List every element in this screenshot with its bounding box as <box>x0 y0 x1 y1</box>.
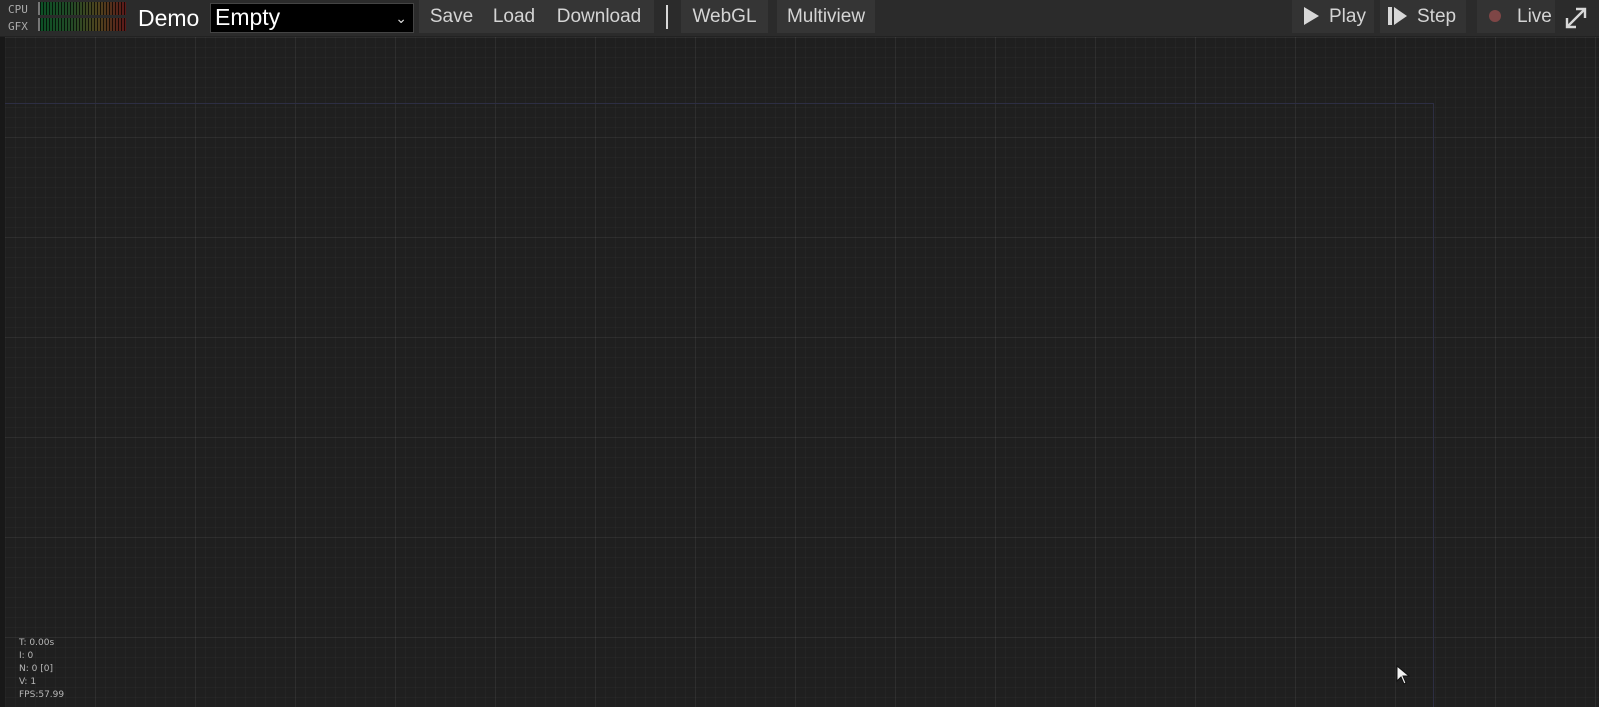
cpu-label: CPU <box>8 3 28 16</box>
time-stat: T: 0.00s <box>19 638 55 648</box>
gfx-meter-bars <box>40 18 126 31</box>
step-button[interactable]: Step <box>1380 0 1466 33</box>
live-button[interactable]: Live <box>1477 0 1555 33</box>
step-label: Step <box>1417 6 1457 27</box>
cpu-meter-bars <box>40 2 126 15</box>
app-window: CPU GFX Demo Empty ⌄ Save Load Download … <box>0 0 1599 707</box>
demo-title: Demo <box>138 5 200 31</box>
mouse-cursor-icon <box>1396 665 1410 685</box>
fps-stat: FPS:57.99 <box>19 690 65 700</box>
expand-icon[interactable] <box>1563 5 1589 31</box>
step-icon <box>1388 7 1407 25</box>
gfx-meter <box>38 18 126 31</box>
play-icon <box>1304 7 1319 25</box>
play-label: Play <box>1329 6 1366 27</box>
record-dot-icon <box>1489 10 1501 22</box>
play-button[interactable]: Play <box>1292 0 1374 33</box>
viewport-frame <box>5 103 1434 707</box>
top-toolbar: CPU GFX Demo Empty ⌄ Save Load Download … <box>0 0 1599 37</box>
load-button[interactable]: Load <box>484 0 544 33</box>
cpu-meter <box>38 2 126 15</box>
webgl-button[interactable]: WebGL <box>681 0 768 33</box>
performance-meters: CPU GFX <box>6 1 126 35</box>
views-stat: V: 1 <box>19 677 37 687</box>
stats-overlay: T: 0.00s I: 0 N: 0 [0] V: 1 FPS:57.99 <box>19 637 64 702</box>
save-button[interactable]: Save <box>419 0 484 33</box>
download-button[interactable]: Download <box>544 0 654 33</box>
multiview-button[interactable]: Multiview <box>777 0 875 33</box>
live-label: Live <box>1517 6 1552 27</box>
selected-demo: Empty <box>215 4 281 30</box>
demo-select[interactable]: Empty ⌄ <box>210 3 414 33</box>
chevron-down-icon: ⌄ <box>395 10 407 26</box>
nodes-stat: N: 0 [0] <box>19 664 53 674</box>
iterations-stat: I: 0 <box>19 651 34 661</box>
gfx-label: GFX <box>8 20 28 33</box>
toolbar-divider <box>666 5 668 29</box>
